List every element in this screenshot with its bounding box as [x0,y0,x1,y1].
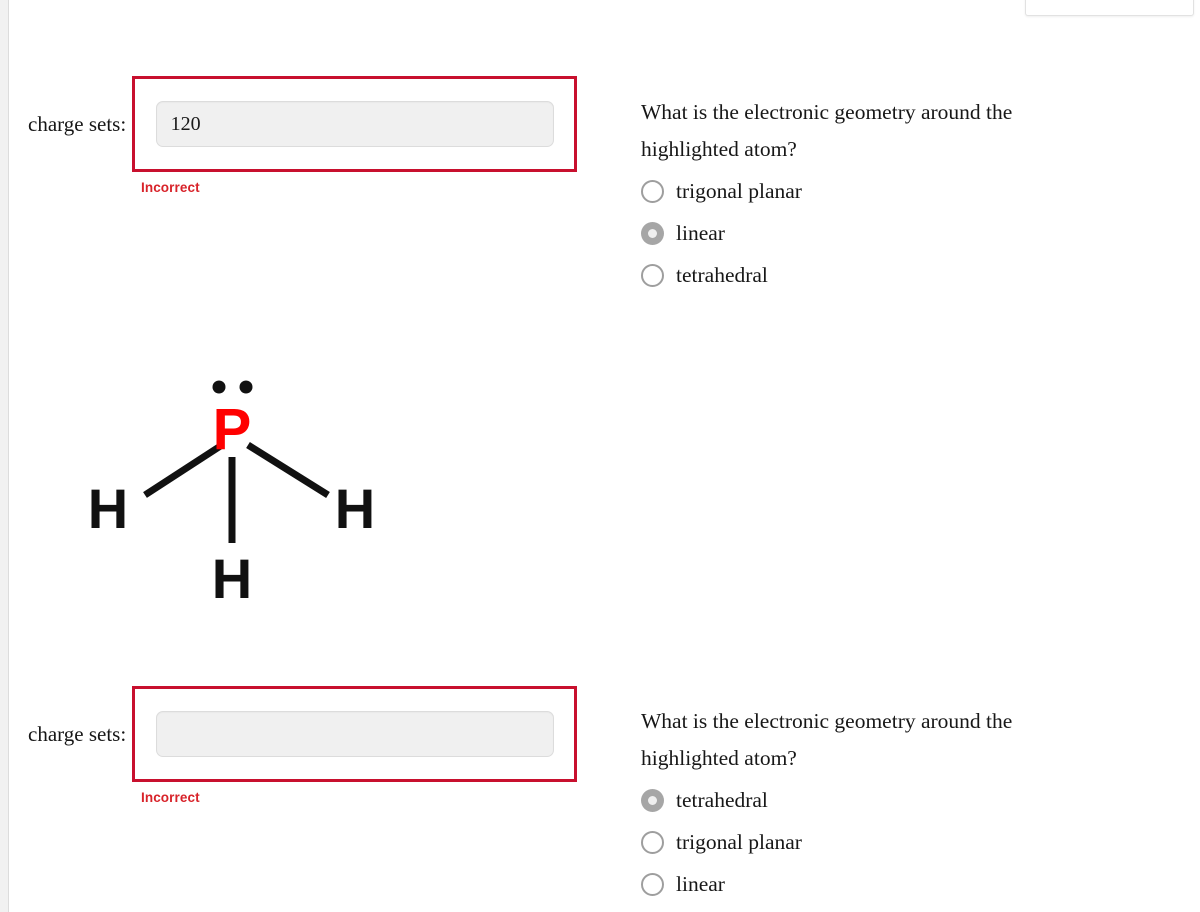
incorrect-highlight-frame-1 [132,76,578,172]
option-label-trigonal-planar-2: trigonal planar [676,829,802,854]
radio-icon-trigonal-planar-1[interactable] [641,179,664,203]
lone-pair-dots-icon [212,380,253,394]
option-label-trigonal-planar-1: trigonal planar [676,178,802,203]
option-row-tetrahedral-1[interactable]: tetrahedral [641,254,1061,296]
svg-text:H: H [88,477,128,540]
radio-icon-linear-2[interactable] [641,872,664,896]
option-label-linear-1: linear [676,220,725,245]
svg-text:P: P [213,397,252,462]
incorrect-feedback-2: Incorrect [141,790,200,805]
lewis-structure-diagram: P H H H [60,365,420,625]
charge-sets-input-2[interactable] [155,711,554,757]
option-group-1: trigonal planar linear tetrahedral [641,170,1061,296]
question-block-1: What is the electronic geometry around t… [641,94,1061,296]
radio-icon-trigonal-planar-2[interactable] [641,830,664,854]
question-block-2: What is the electronic geometry around t… [641,703,1061,905]
answer-block-2: charge sets: [28,686,578,782]
radio-icon-tetrahedral-2[interactable] [641,788,664,812]
question-prompt-1: What is the electronic geometry around t… [641,100,1013,161]
option-row-trigonal-planar-1[interactable]: trigonal planar [641,170,1061,212]
option-row-linear-2[interactable]: linear [641,863,1061,905]
incorrect-highlight-frame-2 [132,686,578,782]
option-row-linear-1[interactable]: linear [641,212,1061,254]
svg-text:H: H [212,547,252,610]
incorrect-feedback-1: Incorrect [141,180,200,195]
question-prompt-2: What is the electronic geometry around t… [641,709,1013,770]
charge-sets-label-2: charge sets: [28,721,127,746]
answer-block-1: charge sets: [28,76,578,172]
option-row-tetrahedral-2[interactable]: tetrahedral [641,779,1061,821]
option-label-tetrahedral-2: tetrahedral [676,787,768,812]
charge-sets-label-1: charge sets: [28,111,127,136]
charge-sets-input-1[interactable] [155,101,554,147]
radio-icon-linear-1[interactable] [641,221,664,245]
svg-text:H: H [335,477,375,540]
option-group-2: tetrahedral trigonal planar linear [641,779,1061,905]
option-label-tetrahedral-1: tetrahedral [676,262,768,287]
option-label-linear-2: linear [676,871,725,896]
radio-icon-tetrahedral-1[interactable] [641,263,664,287]
option-row-trigonal-planar-2[interactable]: trigonal planar [641,821,1061,863]
worksheet-canvas: charge sets: Incorrect What is the elect… [0,0,1200,912]
